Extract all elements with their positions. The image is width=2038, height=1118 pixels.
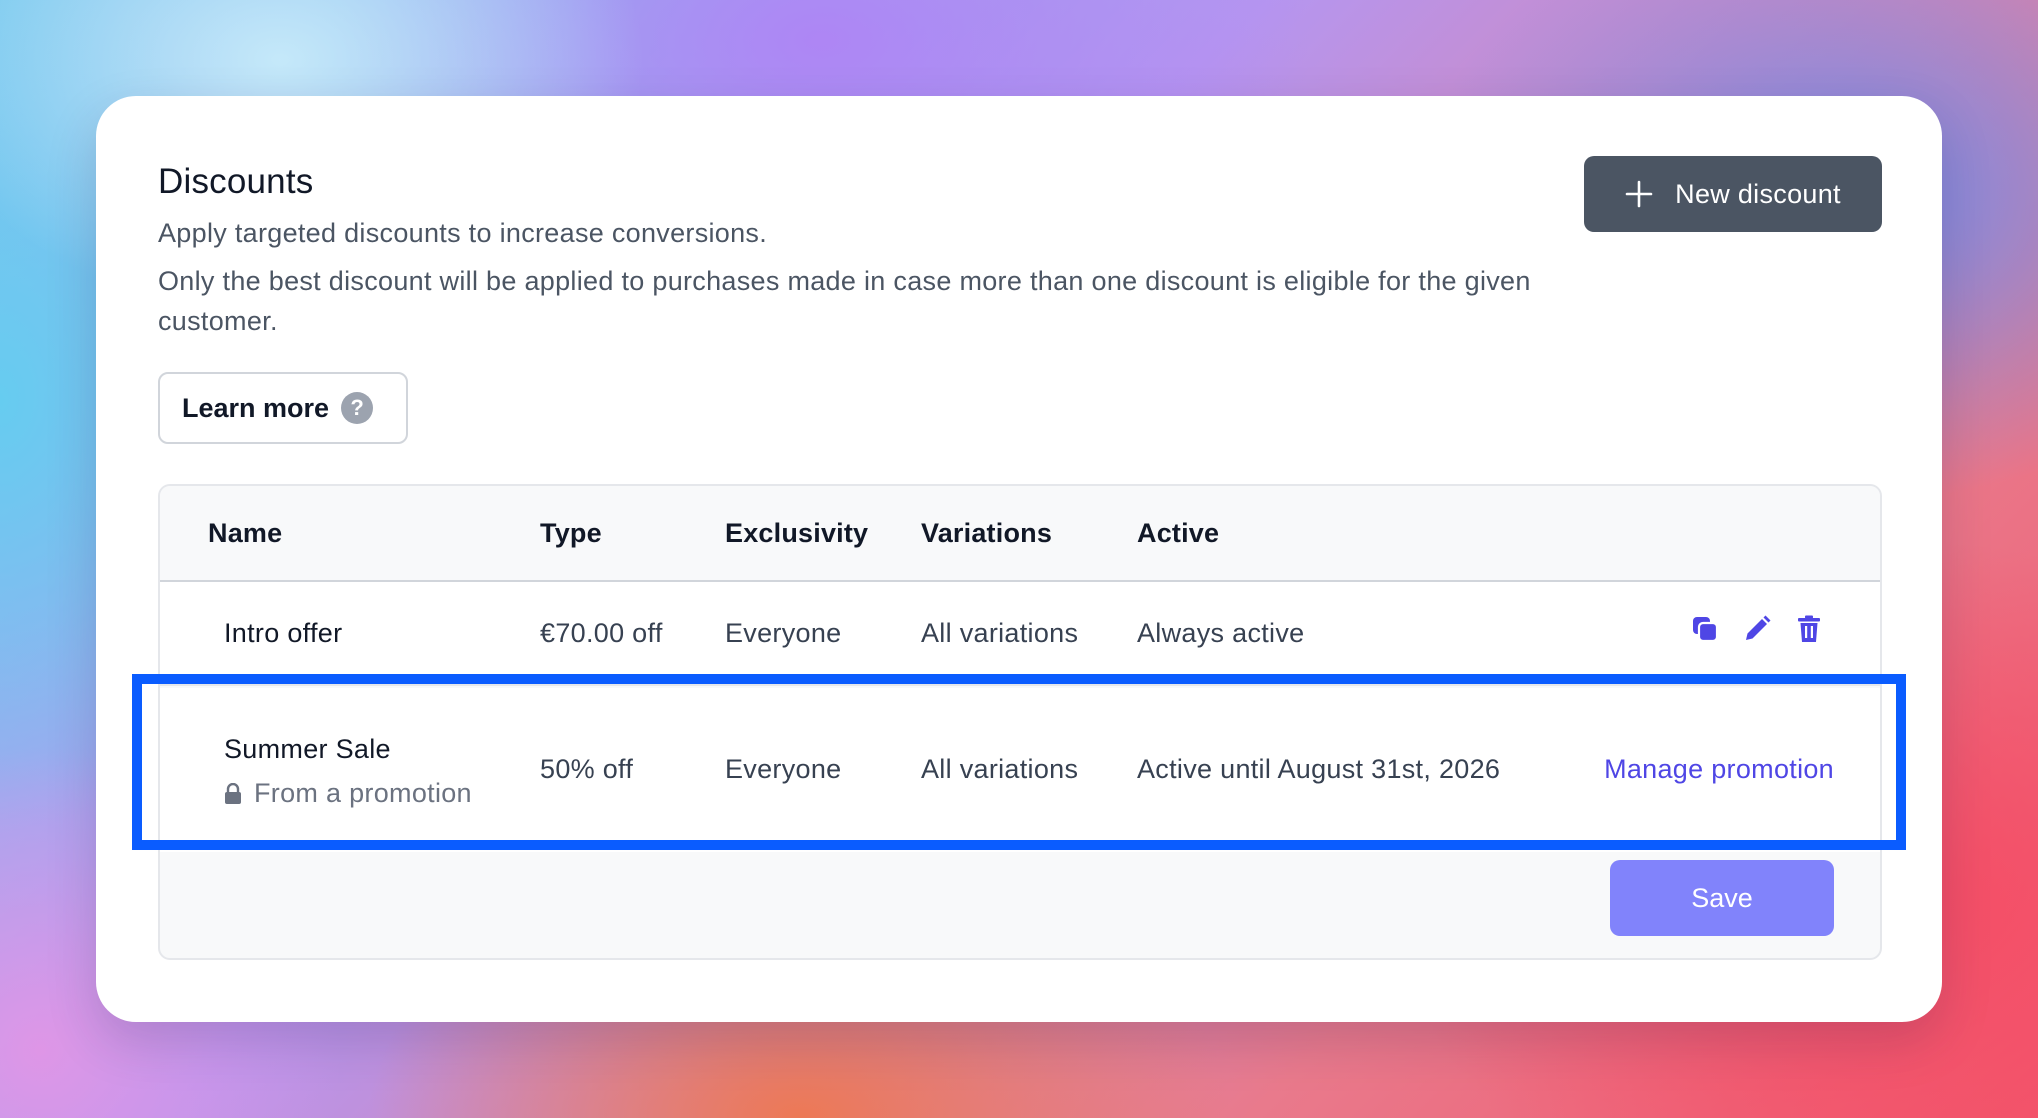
plus-icon <box>1625 180 1653 208</box>
discount-active: Always active <box>1137 618 1305 648</box>
promotion-source-label: From a promotion <box>254 778 472 808</box>
discount-variations: All variations <box>921 618 1079 648</box>
column-header-exclusivity: Exclusivity <box>725 518 869 548</box>
column-header-type: Type <box>540 518 602 548</box>
discount-exclusivity: Everyone <box>725 618 842 648</box>
row-actions <box>1690 614 1824 644</box>
trash-icon[interactable] <box>1794 614 1824 644</box>
manage-promotion-link[interactable]: Manage promotion <box>1604 754 1834 785</box>
discount-variations: All variations <box>921 754 1079 784</box>
help-icon: ? <box>341 392 374 424</box>
table-row: Intro offer €70.00 off Everyone All vari… <box>160 582 1880 686</box>
discounts-card: Discounts Apply targeted discounts to in… <box>96 96 1942 1022</box>
learn-more-label: Learn more <box>182 392 330 423</box>
column-header-name: Name <box>208 518 283 548</box>
page-note: Only the best discount will be applied t… <box>158 266 1531 336</box>
discount-active: Active until August 31st, 2026 <box>1137 754 1501 784</box>
promotion-source: From a promotion <box>224 778 472 809</box>
edit-icon[interactable] <box>1742 614 1772 644</box>
discount-type: €70.00 off <box>540 618 663 648</box>
discount-name: Summer Sale <box>224 734 391 764</box>
page-description: Apply targeted discounts to increase con… <box>158 218 768 248</box>
table-header: Name Type Exclusivity Variations Active <box>160 486 1880 582</box>
new-discount-button[interactable]: New discount <box>1584 156 1882 232</box>
discount-exclusivity: Everyone <box>725 754 842 784</box>
discount-name: Intro offer <box>224 618 343 648</box>
duplicate-icon[interactable] <box>1690 614 1720 644</box>
learn-more-button[interactable]: Learn more ? <box>158 372 408 444</box>
discounts-table: Name Type Exclusivity Variations Active … <box>158 484 1882 960</box>
column-header-variations: Variations <box>921 518 1053 548</box>
save-button[interactable]: Save <box>1610 860 1834 936</box>
discount-type: 50% off <box>540 754 634 784</box>
column-header-active: Active <box>1137 518 1220 548</box>
table-row: Summer Sale From a promotion 50% off Eve… <box>160 688 1880 852</box>
lock-icon <box>225 782 241 804</box>
page-title: Discounts <box>158 162 314 201</box>
new-discount-label: New discount <box>1675 178 1841 209</box>
